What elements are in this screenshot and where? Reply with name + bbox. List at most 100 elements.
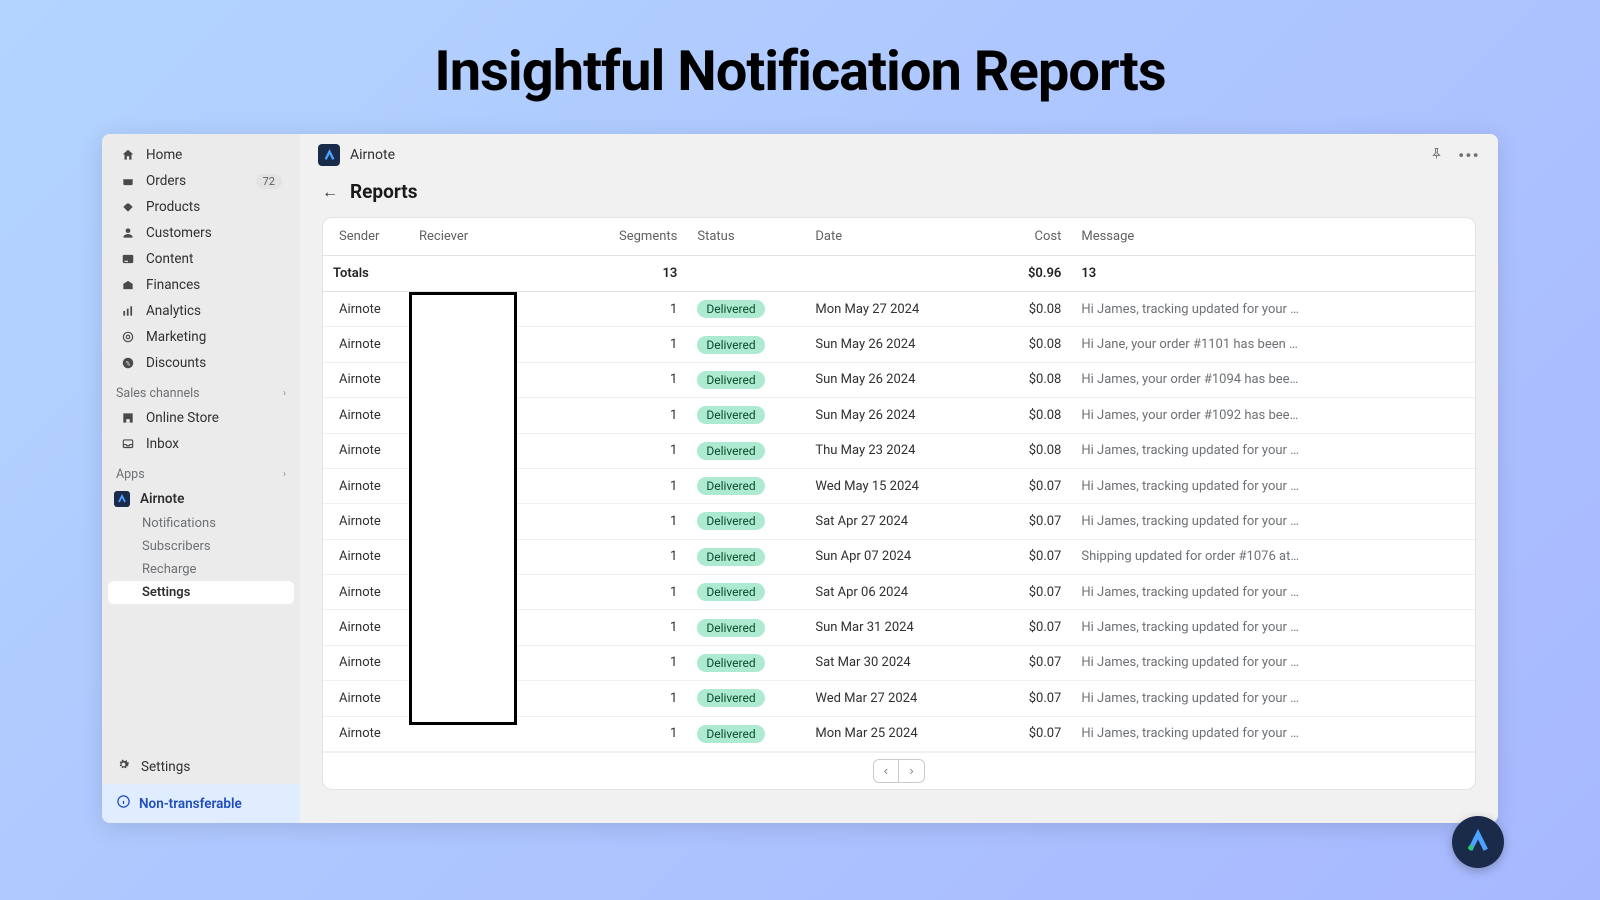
sidebar-channel-inbox[interactable]: Inbox [108, 431, 294, 457]
cell-segments: 1 [609, 610, 687, 645]
sidebar-item-finances[interactable]: Finances [108, 272, 294, 298]
status-badge: Delivered [697, 371, 764, 389]
cell-message: Hi James, tracking updated for your orde… [1071, 292, 1475, 327]
cell-date: Wed Mar 27 2024 [805, 681, 1005, 716]
status-badge: Delivered [697, 336, 764, 354]
cell-status: Delivered [687, 575, 805, 610]
page-header: ← Reports [300, 176, 1498, 217]
cell-segments: 1 [609, 468, 687, 503]
table-row[interactable]: Airnote 1 Delivered Sun Apr 07 2024 $0.0… [323, 539, 1475, 574]
cell-date: Sun May 26 2024 [805, 327, 1005, 362]
sidebar-item-discounts[interactable]: %Discounts [108, 350, 294, 376]
finances-icon [120, 278, 136, 292]
th-segments[interactable]: Segments [609, 218, 687, 256]
marketing-icon [120, 330, 136, 344]
info-icon [116, 794, 131, 813]
cell-status: Delivered [687, 716, 805, 751]
table-row[interactable]: Airnote 1 Delivered Sat Apr 27 2024 $0.0… [323, 504, 1475, 539]
table-row[interactable]: Airnote 1 Delivered Sat Apr 06 2024 $0.0… [323, 575, 1475, 610]
cell-sender: Airnote [323, 327, 409, 362]
th-sender[interactable]: Sender [323, 218, 409, 256]
table-row[interactable]: Airnote 1 Delivered Thu May 23 2024 $0.0… [323, 433, 1475, 468]
th-message[interactable]: Message [1071, 218, 1475, 256]
table-row[interactable]: Airnote 1 Delivered Wed May 15 2024 $0.0… [323, 468, 1475, 503]
non-transferable-banner[interactable]: Non-transferable [102, 784, 300, 823]
th-cost[interactable]: Cost [1005, 218, 1071, 256]
table-row[interactable]: Airnote 1 Delivered Sun May 26 2024 $0.0… [323, 327, 1475, 362]
cell-date: Sat Apr 27 2024 [805, 504, 1005, 539]
sidebar-item-products[interactable]: Products [108, 194, 294, 220]
table-row[interactable]: Airnote 1 Delivered Sun Mar 31 2024 $0.0… [323, 610, 1475, 645]
topbar: Airnote ••• [300, 134, 1498, 176]
pin-icon[interactable] [1429, 146, 1444, 165]
analytics-icon [120, 304, 136, 318]
table-row[interactable]: Airnote 1 Delivered Sun May 26 2024 $0.0… [323, 398, 1475, 433]
chevron-right-icon: › [283, 388, 286, 399]
th-status[interactable]: Status [687, 218, 805, 256]
sidebar-sub-notifications[interactable]: Notifications [102, 512, 300, 535]
sidebar-item-marketing[interactable]: Marketing [108, 324, 294, 350]
floating-action-button[interactable] [1452, 816, 1504, 868]
chevron-right-icon: › [909, 763, 913, 778]
cell-date: Sun May 26 2024 [805, 362, 1005, 397]
sidebar-section-sales-channels[interactable]: Sales channels › [102, 376, 300, 405]
app-frame: Home Orders72 Products CustomersContentFina… [102, 134, 1498, 823]
prev-page-button[interactable]: ‹ [873, 759, 899, 783]
cell-message: Hi James, tracking updated for your orde… [1071, 433, 1475, 468]
cell-status: Delivered [687, 681, 805, 716]
th-date[interactable]: Date [805, 218, 1005, 256]
sidebar-sub-recharge[interactable]: Recharge [102, 558, 300, 581]
sidebar-item-analytics[interactable]: Analytics [108, 298, 294, 324]
sidebar-settings[interactable]: Settings [102, 749, 300, 784]
cell-status: Delivered [687, 645, 805, 680]
back-arrow-icon[interactable]: ← [322, 182, 338, 202]
sidebar-item-label: Home [146, 147, 182, 163]
cell-receiver [409, 645, 609, 680]
home-icon [120, 148, 136, 162]
table-row[interactable]: Airnote 1 Delivered Sat Mar 30 2024 $0.0… [323, 645, 1475, 680]
cell-segments: 1 [609, 327, 687, 362]
pagination: ‹ › [323, 752, 1475, 789]
sidebar-item-label: Analytics [146, 303, 201, 319]
status-badge: Delivered [697, 583, 764, 601]
status-badge: Delivered [697, 725, 764, 743]
sidebar-app-airnote[interactable]: Airnote [102, 486, 300, 512]
cell-sender: Airnote [323, 433, 409, 468]
next-page-button[interactable]: › [899, 759, 925, 783]
status-badge: Delivered [697, 442, 764, 460]
sidebar-item-label: Products [146, 199, 200, 215]
sidebar-item-label: Discounts [146, 355, 206, 371]
sidebar-item-orders[interactable]: Orders72 [108, 168, 294, 194]
sidebar-item-home[interactable]: Home [108, 142, 294, 168]
cell-sender: Airnote [323, 292, 409, 327]
table-row[interactable]: Airnote 1 Delivered Mon May 27 2024 $0.0… [323, 292, 1475, 327]
cell-message: Hi James, tracking updated for your orde… [1071, 504, 1475, 539]
cell-date: Wed May 15 2024 [805, 468, 1005, 503]
sidebar-channel-online-store[interactable]: Online Store [108, 405, 294, 431]
sidebar-item-customers[interactable]: Customers [108, 220, 294, 246]
table-row[interactable]: Airnote 1 Delivered Sun May 26 2024 $0.0… [323, 362, 1475, 397]
sidebar-section-apps[interactable]: Apps › [102, 457, 300, 486]
app-name: Airnote [350, 147, 395, 163]
cell-cost: $0.08 [1005, 362, 1071, 397]
cell-message: Hi James, tracking updated for your orde… [1071, 575, 1475, 610]
cell-sender: Airnote [323, 575, 409, 610]
online-store-icon [120, 411, 136, 425]
cell-sender: Airnote [323, 610, 409, 645]
th-receiver[interactable]: Reciever [409, 218, 609, 256]
sidebar-item-content[interactable]: Content [108, 246, 294, 272]
reports-table-card: Sender Reciever Segments Status Date Cos… [322, 217, 1476, 790]
cell-cost: $0.07 [1005, 645, 1071, 680]
more-icon[interactable]: ••• [1458, 146, 1480, 165]
table-row[interactable]: Airnote 1 Delivered Wed Mar 27 2024 $0.0… [323, 681, 1475, 716]
airnote-fab-icon [1465, 829, 1491, 855]
table-row[interactable]: Airnote 1 Delivered Mon Mar 25 2024 $0.0… [323, 716, 1475, 751]
channel-label: Online Store [146, 410, 219, 426]
app-parent-label: Airnote [140, 491, 184, 507]
cell-sender: Airnote [323, 398, 409, 433]
cell-cost: $0.07 [1005, 468, 1071, 503]
sidebar-sub-settings[interactable]: Settings [108, 581, 294, 604]
cell-date: Sun May 26 2024 [805, 398, 1005, 433]
sidebar-sub-subscribers[interactable]: Subscribers [102, 535, 300, 558]
page-title: Reports [350, 180, 417, 203]
